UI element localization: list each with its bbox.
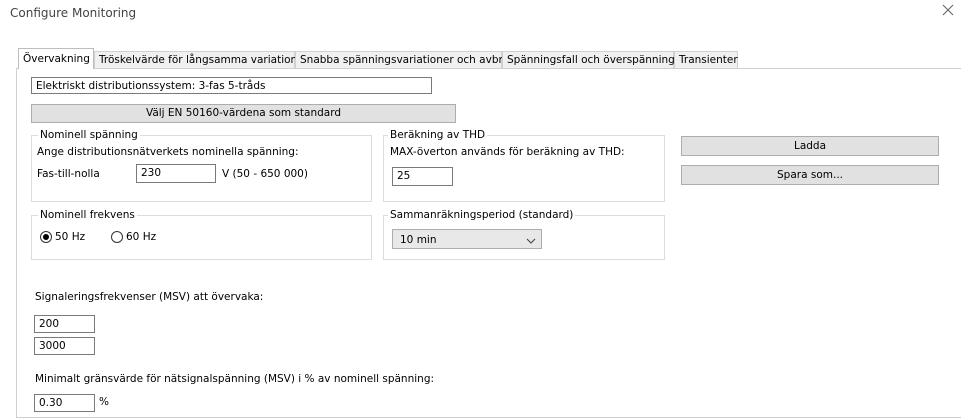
aggregation-period-legend: Sammanräkningsperiod (standard) (388, 209, 576, 221)
en50160-default-button[interactable]: Välj EN 50160-värdena som standard (31, 104, 456, 123)
nominal-voltage-legend: Nominell spänning (38, 129, 140, 141)
msv-min-threshold-label: Minimalt gränsvärde för nätsignalspännin… (35, 373, 435, 385)
save-as-button[interactable]: Spara som... (681, 165, 939, 185)
tab-transienter[interactable]: Transienter (674, 51, 738, 68)
msv-min-threshold-unit: % (99, 396, 109, 408)
msv-frequencies-label: Signaleringsfrekvenser (MSV) att övervak… (35, 291, 264, 303)
chevron-down-icon (526, 236, 536, 248)
thd-description: MAX-överton används för beräkning av THD… (390, 146, 625, 158)
tab-snabba-variationer[interactable]: Snabba spänningsvariationer och avbrott (295, 51, 517, 68)
radio-50hz[interactable] (40, 231, 52, 243)
thd-max-harmonic-input[interactable]: 25 (392, 167, 453, 186)
msv-frequency-input-2[interactable]: 3000 (34, 337, 95, 355)
radio-60hz[interactable] (111, 231, 123, 243)
load-button[interactable]: Ladda (681, 136, 939, 156)
radio-50hz-label: 50 Hz (55, 231, 86, 243)
nominal-frequency-legend: Nominell frekvens (38, 209, 137, 221)
aggregation-period-value: 10 min (400, 234, 437, 246)
nominal-voltage-description: Ange distributionsnätverkets nominella s… (37, 146, 299, 158)
distribution-system-field[interactable]: Elektriskt distributionssystem: 3-fas 5-… (31, 77, 432, 94)
msv-min-threshold-input[interactable]: 0.30 (34, 394, 95, 412)
close-icon[interactable] (942, 4, 954, 16)
nominal-voltage-range: V (50 - 650 000) (222, 168, 308, 180)
thd-legend: Beräkning av THD (388, 129, 488, 141)
tab-troskelvarde[interactable]: Tröskelvärde för långsamma variationer (94, 51, 308, 68)
msv-frequency-input-1[interactable]: 200 (34, 315, 95, 333)
tab-overvakning[interactable]: Övervakning (18, 48, 94, 69)
tab-spanningsfall[interactable]: Spänningsfall och överspänningar (502, 51, 686, 68)
radio-60hz-label: 60 Hz (126, 231, 157, 243)
phase-to-neutral-label: Fas-till-nolla (37, 168, 100, 180)
window-title: Configure Monitoring (10, 6, 137, 20)
nominal-voltage-input[interactable]: 230 (136, 164, 216, 183)
aggregation-period-select[interactable]: 10 min (392, 229, 542, 249)
